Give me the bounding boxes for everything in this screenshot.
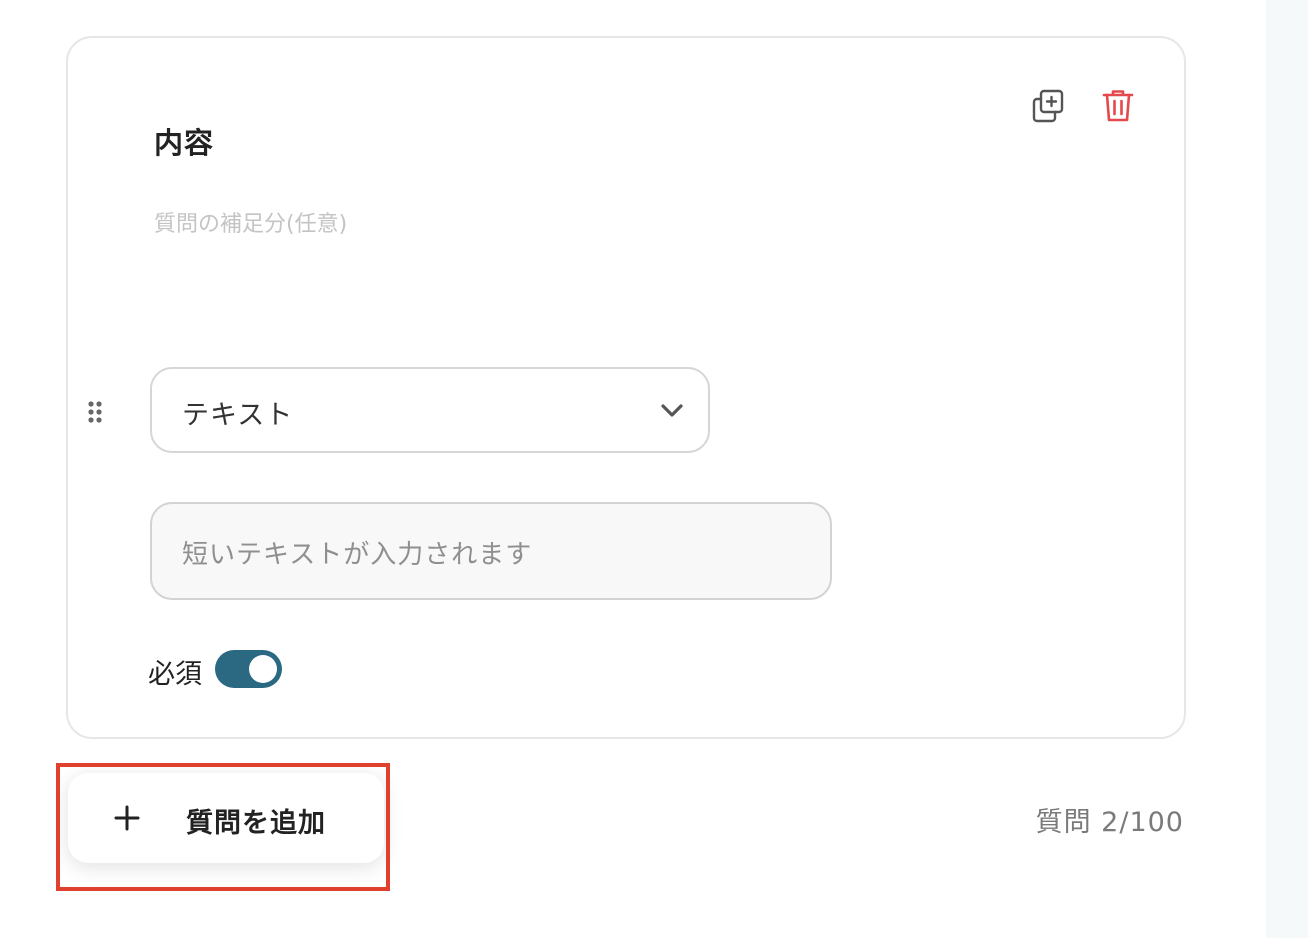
question-card: 内容 質問の補足分(任意) テキスト 短いテキストが入力されます 必須 xyxy=(66,36,1186,739)
drag-handle-icon[interactable] xyxy=(86,400,106,430)
answer-preview-text: 短いテキストが入力されます xyxy=(182,540,533,570)
chevron-down-icon xyxy=(660,403,684,423)
toggle-knob xyxy=(249,655,277,683)
delete-question-button[interactable] xyxy=(1098,86,1138,126)
question-count: 質問 2/100 xyxy=(1035,807,1184,838)
duplicate-question-button[interactable] xyxy=(1028,86,1068,126)
answer-preview-field: 短いテキストが入力されます xyxy=(150,502,832,600)
copy-plus-icon xyxy=(1032,89,1064,123)
trash-icon xyxy=(1102,90,1134,122)
required-label: 必須 xyxy=(148,659,202,690)
question-type-select[interactable]: テキスト xyxy=(150,367,710,453)
question-description-field[interactable]: 質問の補足分(任意) xyxy=(154,206,347,238)
required-toggle[interactable] xyxy=(215,650,282,688)
add-question-button[interactable]: 質問を追加 xyxy=(68,773,384,863)
form-editor-page: 内容 質問の補足分(任意) テキスト 短いテキストが入力されます 必須 質問を追… xyxy=(0,0,1308,938)
add-question-label: 質問を追加 xyxy=(186,808,326,839)
question-type-value: テキスト xyxy=(182,400,294,431)
plus-icon xyxy=(114,805,140,835)
question-title[interactable]: 内容 xyxy=(154,120,214,162)
right-panel-strip xyxy=(1266,0,1308,938)
